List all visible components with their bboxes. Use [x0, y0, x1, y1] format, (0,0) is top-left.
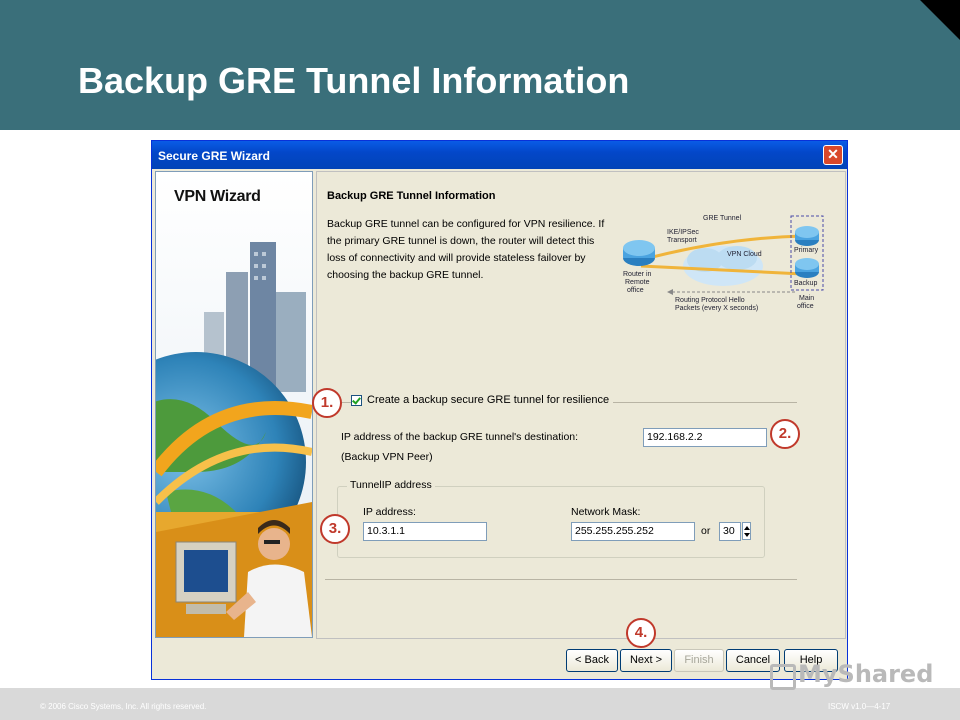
spinner-down-icon[interactable] — [744, 533, 750, 537]
back-button[interactable]: < Back — [566, 649, 618, 672]
diagram-routing-line2: Packets (every X seconds) — [675, 305, 758, 312]
diagram-remote-label: Remote — [625, 279, 650, 286]
spinner-up-icon[interactable] — [744, 526, 750, 530]
diagram-backup-label: Backup — [794, 280, 817, 287]
network-diagram: GRE Tunnel IKE/IPSec Transport VPN Cloud… — [623, 215, 824, 312]
wizard-illustration — [156, 172, 312, 637]
create-backup-checkbox-label: Create a backup secure GRE tunnel for re… — [367, 394, 610, 406]
slide-title: Backup GRE Tunnel Information — [78, 60, 630, 101]
slide-corner-accent — [920, 0, 960, 40]
diagram-primary-label: Primary — [794, 247, 819, 254]
callout-1: 1. — [312, 388, 342, 418]
wizard-side-panel: VPN Wizard — [155, 171, 313, 638]
close-button[interactable]: ✕ — [823, 145, 843, 165]
backup-destination-label-line1: IP address of the backup GRE tunnel's de… — [341, 431, 579, 443]
dialog-title: Secure GRE Wizard — [158, 149, 270, 163]
section-heading: Backup GRE Tunnel Information — [327, 190, 496, 202]
callout-4: 4. — [626, 618, 656, 648]
ip-address-label: IP address: — [363, 506, 416, 518]
side-panel-title: VPN Wizard — [174, 188, 261, 205]
watermark-icon — [770, 664, 796, 690]
callout-3: 3. — [320, 514, 350, 544]
wizard-content-area: Backup GRE Tunnel Information Backup GRE… — [316, 171, 846, 639]
diagram-main-office-label: office — [797, 303, 814, 310]
backup-destination-label: IP address of the backup GRE tunnel's de… — [341, 427, 578, 467]
diagram-office-label: office — [627, 287, 644, 294]
slide-number: ISCW v1.0—4-17 — [828, 702, 891, 711]
watermark-text: MyShared — [798, 660, 934, 688]
backup-destination-label-line2: (Backup VPN Peer) — [341, 451, 433, 463]
mask-bits-spinner[interactable] — [742, 522, 751, 540]
diagram-routing-line1: Routing Protocol Hello — [675, 297, 745, 304]
network-mask-label: Network Mask: — [571, 506, 641, 518]
create-backup-checkbox[interactable] — [351, 394, 362, 406]
or-label: or — [701, 525, 711, 537]
create-backup-checkbox-row[interactable]: Create a backup secure GRE tunnel for re… — [351, 392, 614, 408]
diagram-vpn-cloud-label: VPN Cloud — [727, 251, 762, 258]
dialog-titlebar[interactable]: Secure GRE Wizard ✕ — [152, 141, 847, 169]
section-description: Backup GRE tunnel can be configured for … — [327, 218, 605, 281]
backup-destination-input[interactable]: 192.168.2.2 — [643, 428, 767, 447]
tunnel-ip-input[interactable]: 10.3.1.1 — [363, 522, 487, 541]
finish-button[interactable]: Finish — [674, 649, 724, 672]
diagram-transport-label: Transport — [667, 237, 697, 244]
diagram-ike-label: IKE/IPSec — [667, 229, 699, 236]
secure-gre-wizard-dialog: Secure GRE Wizard ✕ VPN Wizard Backup GR… — [151, 140, 848, 680]
network-mask-input[interactable]: 255.255.255.252 — [571, 522, 695, 541]
tunnel-ip-group-label: TunnelIP address — [347, 479, 435, 491]
diagram-main-label: Main — [799, 295, 814, 302]
diagram-router-in-label: Router in — [623, 271, 652, 278]
copyright-text: © 2006 Cisco Systems, Inc. All rights re… — [40, 702, 207, 711]
next-button[interactable]: Next > — [620, 649, 672, 672]
mask-bits-input[interactable]: 30 — [719, 522, 741, 541]
callout-2: 2. — [770, 419, 800, 449]
diagram-gre-tunnel-label: GRE Tunnel — [703, 215, 742, 222]
